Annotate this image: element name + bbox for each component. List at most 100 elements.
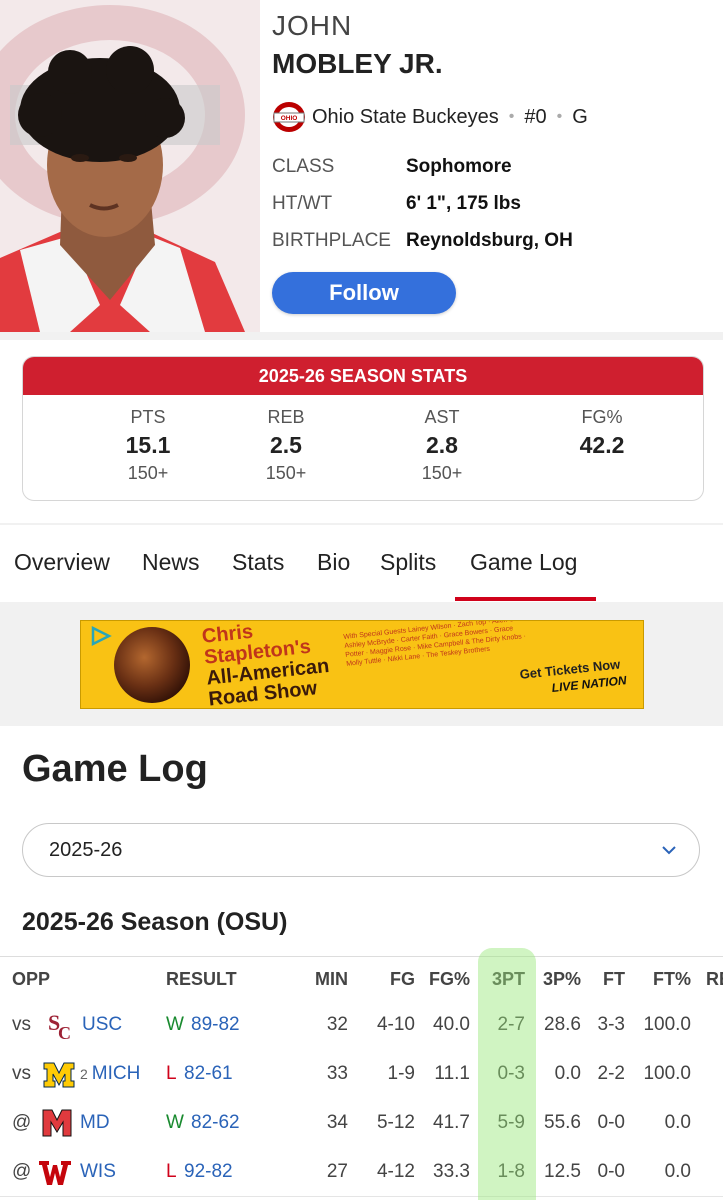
cell-min: 27 xyxy=(326,1161,348,1182)
active-tab-indicator xyxy=(455,597,596,601)
player-tabs: Overview News Stats Bio Splits Game Log xyxy=(0,525,723,602)
svg-text:C: C xyxy=(58,1023,71,1042)
bio-value: Sophomore xyxy=(406,156,512,177)
cell-ft: 0-0 xyxy=(597,1112,625,1133)
col-3p-pct: 3P% xyxy=(542,969,581,989)
stat-label: PTS xyxy=(130,407,166,427)
bio-row-class: CLASS Sophomore xyxy=(272,156,512,178)
col-reb: RE xyxy=(706,969,723,989)
ad-choices-icon[interactable] xyxy=(87,625,115,647)
stat-rebounds: REB 2.5 150+ xyxy=(211,407,361,484)
result-score[interactable]: 82-61 xyxy=(184,1063,233,1085)
table-row: vs 2 MICH L 82-61 33 1-9 11.1 0-3 0.0 2-2… xyxy=(0,1049,723,1099)
ad-guests: With Special Guests Lainey Wilson · Zach… xyxy=(343,620,533,668)
bio-row-birthplace: BIRTHPLACE Reynoldsburg, OH xyxy=(272,230,573,252)
result-wl: W xyxy=(166,1014,184,1035)
opp-name[interactable]: WIS xyxy=(80,1161,116,1183)
result-score[interactable]: 89-82 xyxy=(191,1014,240,1036)
result-wl: L xyxy=(166,1161,177,1182)
season-stats-title: 2025-26 SEASON STATS xyxy=(23,357,703,395)
follow-button[interactable]: Follow xyxy=(272,272,456,314)
opp-prefix: vs xyxy=(12,1063,31,1084)
cell-ft-pct: 0.0 xyxy=(664,1112,691,1133)
cell-fg-pct: 41.7 xyxy=(433,1112,470,1133)
cell-fg-pct: 40.0 xyxy=(433,1014,470,1035)
col-fg: FG xyxy=(390,969,415,989)
cell-ft-pct: 0.0 xyxy=(664,1161,691,1182)
stat-label: REB xyxy=(267,407,305,427)
opp-name[interactable]: MICH xyxy=(92,1063,141,1084)
chevron-down-icon xyxy=(662,846,676,855)
game-log-title: Game Log xyxy=(22,748,208,790)
season-dropdown-value: 2025-26 xyxy=(49,838,123,861)
stat-label: AST xyxy=(424,407,460,427)
stat-value: 2.5 xyxy=(270,432,302,458)
tab-stats[interactable]: Stats xyxy=(232,549,284,576)
tab-bio[interactable]: Bio xyxy=(317,549,350,576)
bio-value: 6' 1", 175 lbs xyxy=(406,193,521,214)
result-score[interactable]: 92-82 xyxy=(184,1161,233,1183)
col-ft-pct: FT% xyxy=(653,969,691,989)
team-info: OHIO Ohio State Buckeyes • #0 • G xyxy=(272,100,588,134)
cell-fg: 4-10 xyxy=(376,1014,415,1035)
cell-fg-pct: 11.1 xyxy=(434,1063,470,1084)
ohio-state-logo-icon: OHIO xyxy=(273,102,305,132)
cell-min: 32 xyxy=(326,1014,348,1035)
usc-logo-icon: S C xyxy=(48,1010,71,1042)
opp-with-rank: 2 MICH xyxy=(80,1063,140,1085)
table-row: @ MD W 82-62 34 5-12 41.7 5-9 55.6 0-0 0… xyxy=(0,1098,723,1148)
col-opp: OPP xyxy=(12,969,51,989)
season-heading: 2025-26 Season (OSU) xyxy=(22,908,288,936)
stat-fg-pct: FG% 42.2 xyxy=(527,407,677,463)
col-min: MIN xyxy=(315,969,348,989)
season-dropdown[interactable]: 2025-26 xyxy=(22,823,700,877)
opp-name[interactable]: USC xyxy=(82,1014,122,1036)
bio-label: CLASS xyxy=(272,156,335,177)
bio-label: BIRTHPLACE xyxy=(272,230,391,251)
stat-value: 42.2 xyxy=(579,432,625,458)
cell-3p-pct: 0.0 xyxy=(554,1063,581,1084)
result-score[interactable]: 82-62 xyxy=(191,1112,240,1134)
wisconsin-logo-icon xyxy=(39,1161,71,1185)
game-log-section: Game Log 2025-26 2025-26 Season (OSU) OP… xyxy=(0,726,723,1200)
cell-ft-pct: 100.0 xyxy=(643,1063,691,1084)
col-result: RESULT xyxy=(166,969,237,989)
team-name[interactable]: Ohio State Buckeyes xyxy=(312,106,499,129)
opp-name[interactable]: MD xyxy=(80,1112,110,1134)
cell-ft: 2-2 xyxy=(597,1063,625,1084)
table-row: vs S C USC W 89-82 32 4-10 40.0 2-7 28.6… xyxy=(0,1000,723,1050)
stat-rank: 150+ xyxy=(421,463,463,483)
cell-fg: 4-12 xyxy=(376,1161,415,1182)
cell-ft: 3-3 xyxy=(597,1014,625,1035)
opp-prefix: @ xyxy=(12,1112,32,1133)
stat-points: PTS 15.1 150+ xyxy=(73,407,223,484)
maryland-logo-icon xyxy=(42,1109,72,1137)
tab-news[interactable]: News xyxy=(142,549,200,576)
stat-rank: 150+ xyxy=(265,463,307,483)
stat-value: 15.1 xyxy=(125,432,171,458)
cell-min: 33 xyxy=(326,1063,348,1084)
cell-3p-pct: 55.6 xyxy=(544,1112,581,1133)
advertisement-banner[interactable]: Chris Stapleton's All-American Road Show… xyxy=(80,620,644,709)
season-stats-card: 2025-26 SEASON STATS PTS 15.1 150+ REB 2… xyxy=(22,356,704,501)
table-row: @ WIS L 92-82 27 4-12 33.3 1-8 12.5 0-0 … xyxy=(0,1147,723,1197)
cell-3p-pct: 28.6 xyxy=(544,1014,581,1035)
svg-text:OHIO: OHIO xyxy=(281,115,298,122)
cell-fg: 5-12 xyxy=(376,1112,415,1133)
player-first-name: JOHN xyxy=(272,10,353,41)
player-last-name: MOBLEY JR. xyxy=(272,48,443,79)
opp-prefix: @ xyxy=(12,1161,32,1182)
3pt-column-highlight xyxy=(478,948,536,1200)
opp-rank: 2 xyxy=(80,1066,88,1082)
player-position: G xyxy=(572,105,588,128)
stat-assists: AST 2.8 150+ xyxy=(367,407,517,484)
cell-fg: 1-9 xyxy=(387,1063,415,1084)
player-header: JOHN MOBLEY JR. OHIO Ohio State Buckeyes… xyxy=(0,0,723,332)
tab-splits[interactable]: Splits xyxy=(380,549,436,576)
cell-ft: 0-0 xyxy=(597,1161,625,1182)
player-silhouette xyxy=(0,46,245,332)
tab-game-log[interactable]: Game Log xyxy=(470,549,577,576)
separator-dot: • xyxy=(508,108,515,125)
tab-overview[interactable]: Overview xyxy=(14,549,110,576)
col-ft: FT xyxy=(603,969,625,989)
